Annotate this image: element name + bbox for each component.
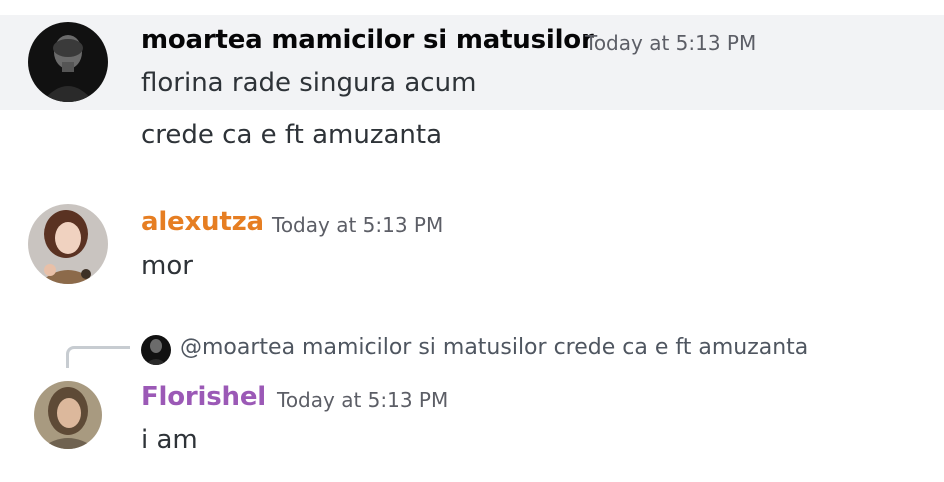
message-timestamp[interactable]: Today at 5:13 PM	[277, 388, 448, 412]
message-content: florina rade singura acum	[141, 68, 477, 98]
avatar-image	[34, 381, 102, 449]
avatar[interactable]	[28, 22, 108, 102]
avatar[interactable]	[34, 381, 102, 449]
reply-preview[interactable]: @moartea mamicilor si matusilor crede ca…	[180, 335, 808, 360]
message-content: mor	[141, 251, 193, 281]
message-timestamp[interactable]: Today at 5:13 PM	[272, 213, 443, 237]
reply-mention[interactable]: @moartea mamicilor si matusilor	[180, 335, 547, 360]
message-content: crede ca e ft amuzanta	[141, 120, 443, 150]
message-content: i am	[141, 425, 198, 455]
reply-spine	[66, 346, 130, 368]
message-author[interactable]: Florishel	[141, 382, 266, 412]
reply-avatar-image	[141, 335, 171, 365]
avatar-image	[28, 204, 108, 284]
reply-preview-text: crede ca e ft amuzanta	[553, 335, 809, 360]
message-author[interactable]: alexutza	[141, 207, 264, 237]
message-author[interactable]: moartea mamicilor si matusilor	[141, 25, 594, 55]
reply-avatar[interactable]	[141, 335, 171, 365]
message-timestamp[interactable]: Today at 5:13 PM	[585, 31, 756, 55]
avatar-image	[28, 22, 108, 102]
avatar[interactable]	[28, 204, 108, 284]
